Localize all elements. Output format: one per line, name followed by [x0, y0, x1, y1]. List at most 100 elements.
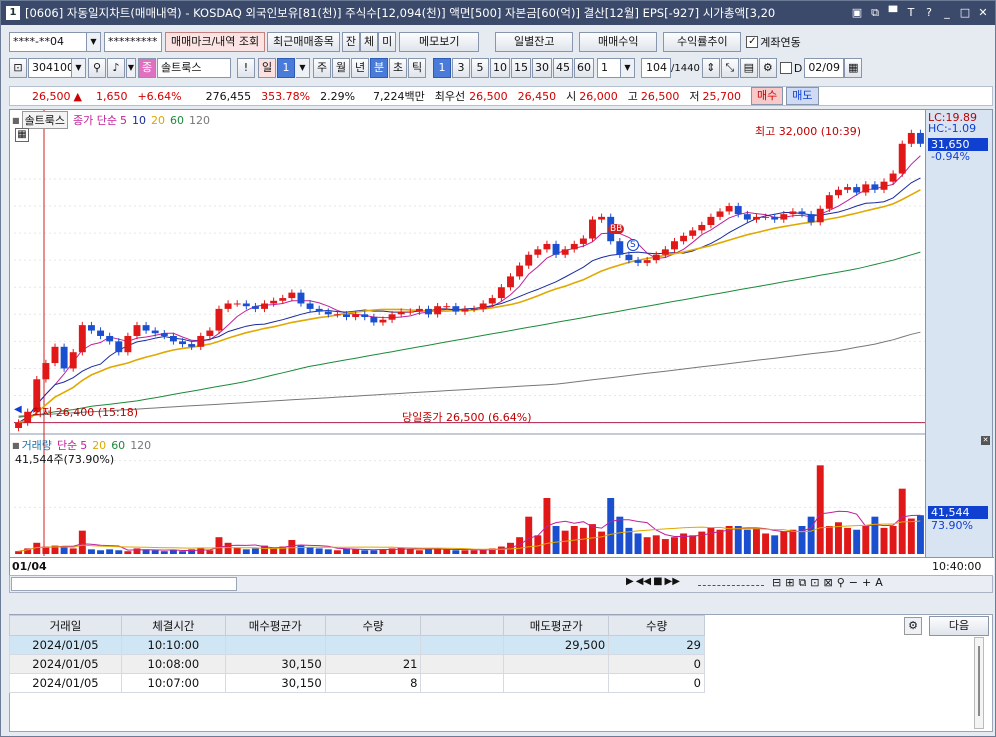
- help-icon[interactable]: ?: [921, 5, 937, 21]
- minute-option-15[interactable]: 15: [511, 58, 531, 78]
- expand-icon[interactable]: ⇕: [701, 58, 720, 78]
- unit-minute-button[interactable]: 분: [370, 58, 388, 78]
- calendar-icon[interactable]: ▦: [844, 58, 863, 78]
- vol-legend-ma-120[interactable]: 120: [130, 439, 151, 452]
- bar-count-input[interactable]: 104: [641, 58, 671, 78]
- sell-button[interactable]: 매도: [786, 87, 819, 105]
- custom-minute-input[interactable]: 1: [597, 58, 621, 78]
- maximize-button[interactable]: □: [957, 5, 973, 21]
- vol-legend-ma-5[interactable]: 5: [80, 439, 87, 452]
- next-button[interactable]: 다음: [929, 616, 989, 636]
- trade-mark-button[interactable]: 매매마크/내역 조회: [165, 32, 266, 52]
- sell-marker-icon[interactable]: S: [627, 239, 639, 251]
- price-chart[interactable]: 31,00030,50030,00029,50029,00028,50028,0…: [10, 110, 994, 577]
- password-input[interactable]: *********: [104, 32, 162, 52]
- tab-balance[interactable]: 잔: [341, 32, 361, 52]
- unit-second-button[interactable]: 초: [389, 58, 407, 78]
- legend-ma-60[interactable]: 60: [170, 114, 184, 127]
- rewind-icon[interactable]: ◀◀: [636, 576, 651, 587]
- chart-panel[interactable]: 31,00030,50030,00029,50029,00028,50028,0…: [9, 109, 994, 577]
- col-sell-avg[interactable]: 매도평균가: [503, 615, 610, 636]
- chevron-down-icon[interactable]: ▼: [126, 58, 136, 78]
- window-layout-icon[interactable]: ▣: [849, 5, 865, 21]
- vol-legend-ma-60[interactable]: 60: [111, 439, 125, 452]
- legend-ma-5[interactable]: 5: [120, 114, 127, 127]
- text-tool-icon[interactable]: A: [875, 576, 883, 590]
- chevron-down-icon[interactable]: ▼: [296, 58, 310, 78]
- legend-ma-120[interactable]: 120: [189, 114, 210, 127]
- daily-balance-button[interactable]: 일별잔고: [495, 32, 574, 52]
- stop-icon[interactable]: ■: [653, 576, 662, 587]
- legend-ma-10[interactable]: 10: [132, 114, 146, 127]
- buy-button[interactable]: 매수: [751, 87, 784, 105]
- sound-icon[interactable]: ♪: [107, 58, 125, 78]
- vertical-scrollbar[interactable]: [974, 637, 984, 729]
- search-icon[interactable]: ⚲: [88, 58, 106, 78]
- date-input[interactable]: 02/09: [804, 58, 845, 78]
- vol-legend-ma-20[interactable]: 20: [92, 439, 106, 452]
- legend-stock-name[interactable]: 솔트룩스: [21, 111, 69, 129]
- settings-gear-icon[interactable]: ⚙: [904, 617, 922, 635]
- checkbox-checked-icon[interactable]: ✓: [746, 36, 759, 48]
- fast-forward-icon[interactable]: ▶▶: [665, 576, 680, 587]
- period-month-button[interactable]: 월: [332, 58, 350, 78]
- scrollbar-thumb[interactable]: [978, 646, 980, 716]
- title-bar[interactable]: 1 [0606] 자동일지차트(매매내역) - KOSDAQ 외국인보유[81(…: [1, 1, 995, 25]
- buy-marker-icon[interactable]: BB: [608, 224, 625, 234]
- overlay-icon[interactable]: ⧉: [798, 576, 806, 590]
- period-number-select[interactable]: 1: [277, 58, 295, 78]
- y-axis-panel[interactable]: LC:19.89 HC:-1.09 31,650 -0.94% 41,544 7…: [925, 110, 992, 575]
- table-row[interactable]: 2024/01/05 10:08:00 30,150 21 0: [9, 654, 705, 674]
- pin-icon[interactable]: ▀: [885, 5, 901, 21]
- chevron-down-icon[interactable]: ▼: [87, 32, 101, 52]
- table-icon[interactable]: ▦: [15, 128, 29, 142]
- zoom-out-icon[interactable]: −: [849, 576, 858, 590]
- gear-icon[interactable]: ⚙: [758, 58, 777, 78]
- save-icon[interactable]: ▤: [739, 58, 758, 78]
- period-year-button[interactable]: 년: [351, 58, 369, 78]
- layout-icon[interactable]: ⊠: [824, 576, 833, 590]
- minute-option-30[interactable]: 30: [532, 58, 552, 78]
- period-week-button[interactable]: 주: [313, 58, 331, 78]
- speed-slider[interactable]: [698, 580, 764, 586]
- date-checkbox[interactable]: [779, 62, 792, 74]
- minimize-button[interactable]: _: [939, 5, 955, 21]
- recent-items-button[interactable]: 최근매매종목: [267, 32, 340, 52]
- account-link-toggle[interactable]: ✓ 계좌연동: [746, 34, 801, 50]
- col-sell-qty[interactable]: 수량: [608, 615, 705, 636]
- chart-scrollbar-thumb[interactable]: [11, 577, 237, 591]
- play-icon[interactable]: ▶: [626, 576, 634, 587]
- minute-option-10[interactable]: 10: [490, 58, 510, 78]
- chevron-down-icon[interactable]: ▼: [621, 58, 635, 78]
- table-row[interactable]: 2024/01/05 10:07:00 30,150 8 0: [9, 673, 705, 693]
- warning-icon[interactable]: !: [237, 58, 255, 78]
- zoom-search-icon[interactable]: ⚲: [837, 576, 845, 590]
- font-icon[interactable]: T: [903, 5, 919, 21]
- minute-option-3[interactable]: 3: [452, 58, 470, 78]
- compare-icon[interactable]: ⊡: [810, 576, 819, 590]
- tab-executed[interactable]: 체: [360, 32, 379, 52]
- split-view-icon[interactable]: ⊟: [772, 576, 781, 590]
- close-button[interactable]: ✕: [975, 5, 991, 21]
- minute-option-60[interactable]: 60: [574, 58, 594, 78]
- col-exec-time[interactable]: 체결시간: [120, 615, 226, 636]
- window-copy-icon[interactable]: ⧉: [867, 5, 883, 21]
- multi-view-icon[interactable]: ⊞: [785, 576, 794, 590]
- memo-button[interactable]: 메모보기: [399, 32, 480, 52]
- minute-option-45[interactable]: 45: [553, 58, 573, 78]
- period-day-button[interactable]: 일: [258, 58, 276, 78]
- minute-option-5[interactable]: 5: [471, 58, 489, 78]
- legend-ma-20[interactable]: 20: [151, 114, 165, 127]
- chevron-down-icon[interactable]: ▼: [72, 58, 86, 78]
- legend-ma-label[interactable]: 종가 단순: [73, 112, 117, 128]
- close-icon[interactable]: ✕: [981, 436, 990, 445]
- code-search-icon[interactable]: ⊡: [9, 58, 27, 78]
- tab-unfilled[interactable]: 미: [378, 32, 397, 52]
- zoom-in-icon[interactable]: +: [862, 576, 871, 590]
- minute-option-1[interactable]: 1: [433, 58, 451, 78]
- col-trade-date[interactable]: 거래일: [9, 615, 122, 636]
- account-select[interactable]: ****-**04: [9, 32, 87, 52]
- table-row[interactable]: 2024/01/05 10:10:00 29,500 29: [9, 635, 705, 655]
- zoom-icon[interactable]: ⤡: [720, 58, 739, 78]
- return-trend-button[interactable]: 수익률추이: [663, 32, 742, 52]
